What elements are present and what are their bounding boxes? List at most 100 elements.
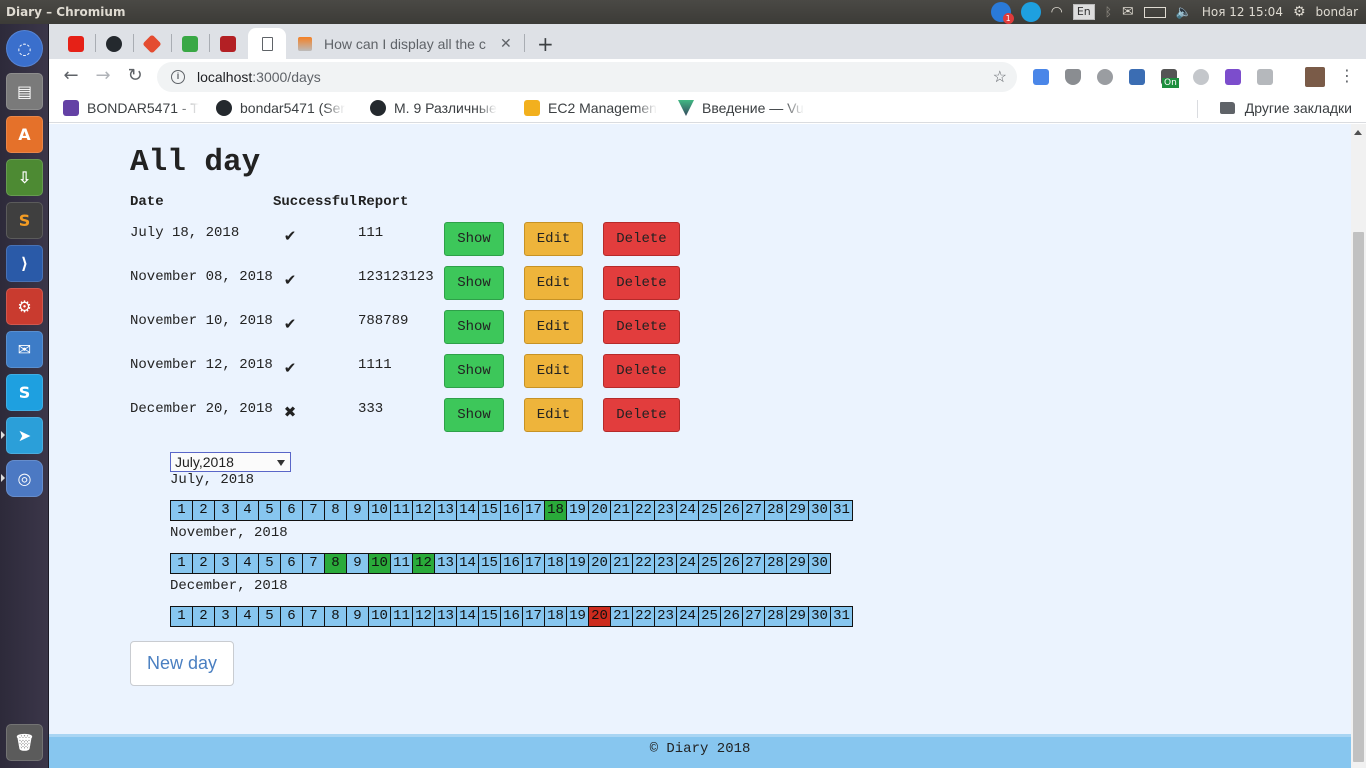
pinned-tab-redmine[interactable] <box>209 29 247 59</box>
pinned-tab-git[interactable] <box>133 29 171 59</box>
new-day-button[interactable]: New day <box>130 641 234 686</box>
new-tab-button[interactable]: + <box>537 32 554 56</box>
lock-extension-icon[interactable]: On <box>1161 69 1179 88</box>
bookmark-github-profile[interactable]: bondar5471 (Ser <box>216 100 356 116</box>
calendar-day-cell: 5 <box>259 606 281 627</box>
address-bar[interactable]: i localhost:3000/days ☆ <box>157 62 1017 92</box>
keyboard-layout-indicator[interactable]: En <box>1072 4 1095 20</box>
calendar-day-cell: 14 <box>457 606 479 627</box>
files-icon[interactable]: ▤ <box>6 73 43 110</box>
calendar-day-cell: 25 <box>699 606 721 627</box>
calendar-day-cell: 6 <box>281 553 303 574</box>
show-button[interactable]: Show <box>444 266 504 300</box>
download-manager-icon[interactable]: ⇩ <box>6 159 43 196</box>
edit-button[interactable]: Edit <box>524 266 583 300</box>
calendar-day-cell: 31 <box>831 500 853 521</box>
delete-button[interactable]: Delete <box>603 266 680 300</box>
menu-kebab-icon[interactable]: ⋮ <box>1339 66 1355 85</box>
row-date: November 10, 2018 <box>130 313 273 329</box>
github-icon <box>106 36 122 52</box>
pinned-tab-youtube[interactable] <box>57 29 95 59</box>
scroll-up-arrow-icon[interactable] <box>1354 130 1362 135</box>
close-tab-icon[interactable]: ✕ <box>500 36 512 52</box>
profile-avatar[interactable] <box>1305 67 1325 87</box>
calendar-day-cell: 19 <box>567 553 589 574</box>
sublime-text-icon[interactable]: S <box>6 202 43 239</box>
battery-icon[interactable] <box>1143 6 1166 18</box>
calendar-day-cell: 21 <box>611 606 633 627</box>
datetime-indicator[interactable]: Ноя 12 15:04 <box>1202 5 1283 19</box>
bluetooth-icon[interactable]: ᛒ <box>1105 5 1112 19</box>
shield-extension-icon[interactable] <box>1065 69 1081 85</box>
pinned-tab-wakatime[interactable] <box>171 29 209 59</box>
reload-button[interactable]: ↻ <box>123 65 147 86</box>
edit-button[interactable]: Edit <box>524 354 583 388</box>
active-tab-diary[interactable] <box>248 28 286 59</box>
site-info-icon[interactable]: i <box>171 70 185 84</box>
calendar-day-cell: 24 <box>677 500 699 521</box>
skype-tray-icon[interactable] <box>1020 2 1041 22</box>
trash-icon[interactable]: 🗑 <box>6 724 43 761</box>
show-button[interactable]: Show <box>444 398 504 432</box>
adblock-extension-icon[interactable] <box>1097 69 1113 85</box>
system-settings-icon[interactable]: ⚙ <box>6 288 43 325</box>
edit-button[interactable]: Edit <box>524 222 583 256</box>
delete-button[interactable]: Delete <box>603 310 680 344</box>
updates-icon[interactable]: 1 <box>990 2 1014 24</box>
settings-gear-icon[interactable]: ⚙ <box>1293 4 1306 20</box>
other-bookmarks[interactable]: Другие закладки <box>1219 100 1352 116</box>
bookmark-vue[interactable]: Введение — Vu <box>678 100 818 116</box>
delete-button[interactable]: Delete <box>603 398 680 432</box>
volume-icon[interactable]: 🔈 <box>1176 5 1192 20</box>
calendar-day-cell: 9 <box>347 553 369 574</box>
user-name[interactable]: bondar <box>1316 5 1358 19</box>
bookmark-star-icon[interactable]: ☆ <box>993 67 1007 87</box>
edit-button[interactable]: Edit <box>524 398 583 432</box>
calendar-day-cell: 22 <box>633 553 655 574</box>
scrollbar-thumb[interactable] <box>1353 232 1364 762</box>
show-button[interactable]: Show <box>444 354 504 388</box>
chromium-icon[interactable]: ◎ <box>6 460 43 497</box>
skype-icon[interactable]: S <box>6 374 43 411</box>
software-center-icon[interactable]: A <box>6 116 43 153</box>
calendar-day-cell: 22 <box>633 500 655 521</box>
month-select[interactable]: July,2018 <box>170 452 291 472</box>
edit-button[interactable]: Edit <box>524 310 583 344</box>
bookmark-twitch[interactable]: BONDAR5471 - T <box>63 100 203 116</box>
delete-button[interactable]: Delete <box>603 354 680 388</box>
calendar-day-cell: 1 <box>171 553 193 574</box>
extension-icon[interactable] <box>1129 69 1145 85</box>
calendar-day-cell: 31 <box>831 606 853 627</box>
back-button[interactable]: ← <box>59 65 83 86</box>
show-button[interactable]: Show <box>444 310 504 344</box>
vscode-icon[interactable]: ⟩ <box>6 245 43 282</box>
tab-stackoverflow[interactable]: How can I display all the c ✕ <box>286 28 524 59</box>
calendar-day-cell: 5 <box>259 500 281 521</box>
calendar-day-cell: 15 <box>479 606 501 627</box>
delete-button[interactable]: Delete <box>603 222 680 256</box>
chevron-down-icon <box>277 460 285 466</box>
aws-icon <box>524 100 540 116</box>
wifi-icon[interactable]: ◠ <box>1051 4 1063 20</box>
bookmark-label: Введение — Vu <box>702 100 804 116</box>
calendar-day-cell: 13 <box>435 500 457 521</box>
telegram-icon[interactable]: ➤ <box>6 417 43 454</box>
calendar-day-cell: 4 <box>237 553 259 574</box>
r-extension-icon[interactable] <box>1225 69 1241 85</box>
bookmark-ec2[interactable]: EC2 Managemen <box>524 100 664 116</box>
calendar-day-cell: 28 <box>765 500 787 521</box>
forward-button[interactable]: → <box>91 65 115 86</box>
cross-icon: ✖ <box>283 403 297 421</box>
calendar-day-cell: 9 <box>347 500 369 521</box>
bookmark-github-repo[interactable]: M. 9 Различные <box>370 100 510 116</box>
pinned-tab-github[interactable] <box>95 29 133 59</box>
dash-home-icon[interactable]: ◌ <box>6 30 43 67</box>
page-scrollbar[interactable] <box>1351 124 1366 768</box>
email-client-icon[interactable]: ✉ <box>6 331 43 368</box>
id-extension-icon[interactable] <box>1257 69 1273 85</box>
mail-icon[interactable]: ✉ <box>1122 4 1134 20</box>
download-extension-icon[interactable] <box>1193 69 1209 85</box>
show-button[interactable]: Show <box>444 222 504 256</box>
translate-extension-icon[interactable] <box>1033 69 1049 85</box>
calendar-day-cell: 30 <box>809 606 831 627</box>
